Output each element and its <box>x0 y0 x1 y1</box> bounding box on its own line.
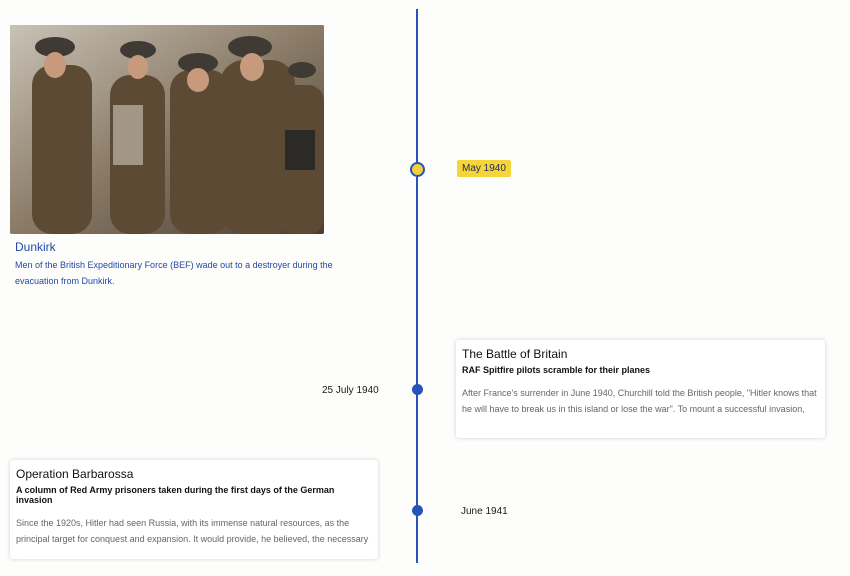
event-caption: Men of the British Expeditionary Force (… <box>15 260 333 286</box>
timeline-node-active[interactable] <box>410 162 425 177</box>
event-title[interactable]: Dunkirk <box>15 240 56 254</box>
card-title: Operation Barbarossa <box>16 467 134 481</box>
card-body: After France's surrender in June 1940, C… <box>462 388 817 414</box>
timeline-node[interactable] <box>412 505 423 516</box>
date-badge: May 1940 <box>457 160 511 177</box>
card-subtitle: A column of Red Army prisoners taken dur… <box>16 485 335 505</box>
card-title: The Battle of Britain <box>462 347 568 361</box>
event-date: June 1941 <box>461 506 508 517</box>
timeline-axis <box>416 9 418 563</box>
dunkirk-photo <box>10 25 324 234</box>
card-subtitle: RAF Spitfire pilots scramble for their p… <box>462 365 651 375</box>
timeline-node[interactable] <box>412 384 423 395</box>
event-card[interactable]: Operation Barbarossa A column of Red Arm… <box>10 460 378 559</box>
event-date: 25 July 1940 <box>322 385 379 396</box>
event-card[interactable]: The Battle of Britain RAF Spitfire pilot… <box>456 340 825 438</box>
card-body: Since the 1920s, Hitler had seen Russia,… <box>16 518 369 544</box>
